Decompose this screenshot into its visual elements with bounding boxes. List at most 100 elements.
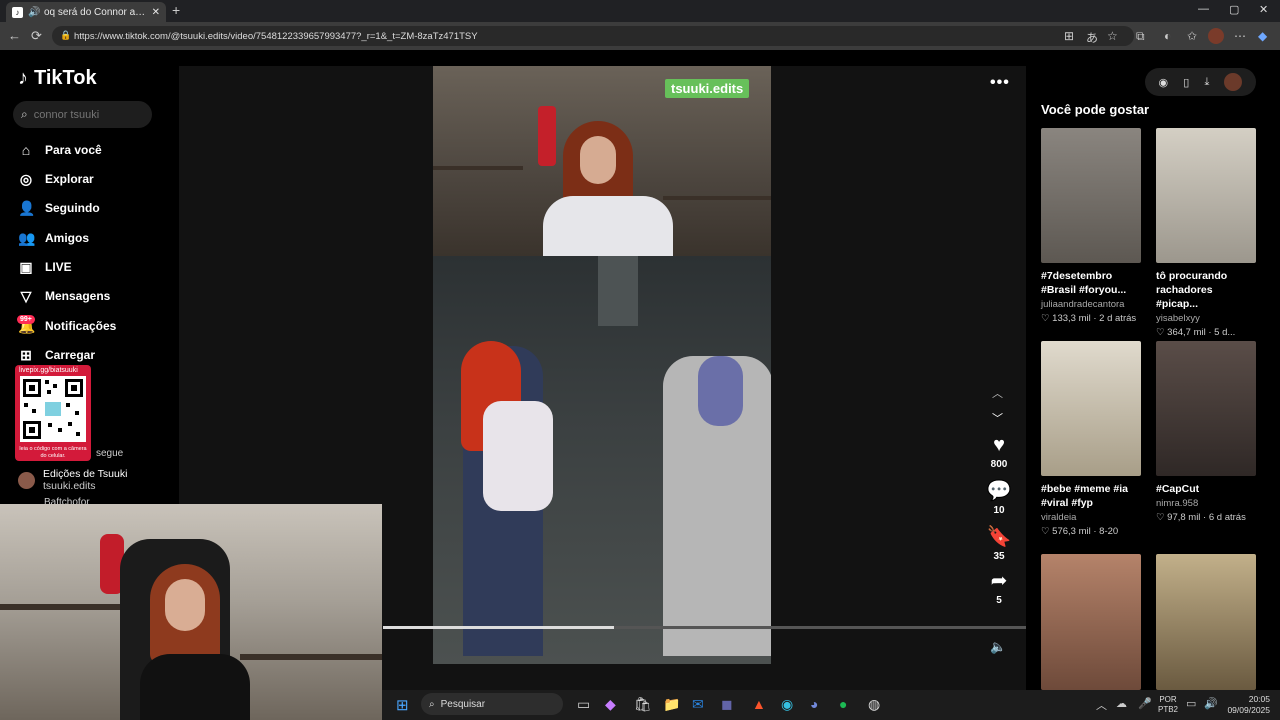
video-watermark: tsuuki.edits bbox=[665, 79, 750, 98]
heart-icon: ♡ bbox=[1041, 526, 1053, 537]
extensions-icon[interactable]: ⧉ bbox=[1136, 29, 1145, 44]
new-tab-icon[interactable]: + bbox=[172, 2, 180, 18]
video-thumbnail[interactable] bbox=[1156, 128, 1256, 263]
video-thumbnail[interactable] bbox=[1156, 554, 1256, 690]
maximize-icon[interactable]: ▢ bbox=[1229, 3, 1239, 16]
followed-account[interactable]: Edições de Tsuuki tsuuki.edits bbox=[18, 468, 127, 492]
back-icon[interactable]: ← bbox=[8, 28, 21, 43]
video-thumbnail[interactable] bbox=[1156, 341, 1256, 476]
card-author[interactable]: yisabelxyy bbox=[1156, 313, 1256, 324]
file-explorer-icon[interactable]: 📁 bbox=[663, 696, 680, 713]
clock-time: 20:05 bbox=[1248, 694, 1270, 704]
sidebar-item-explorar[interactable]: ◎ Explorar bbox=[18, 169, 94, 189]
card-author[interactable]: nimra.958 bbox=[1156, 498, 1256, 509]
profile-avatar[interactable] bbox=[1208, 28, 1224, 44]
search-box[interactable]: ⌕ bbox=[13, 101, 152, 128]
teams-icon[interactable]: ◼ bbox=[721, 696, 733, 713]
card-caption: #bebe #meme #ia #viral #fyp bbox=[1041, 483, 1128, 509]
reload-icon[interactable]: ⟳ bbox=[31, 28, 42, 44]
sidebar-item-label: Para você bbox=[45, 143, 102, 157]
close-tab-icon[interactable]: ✕ bbox=[152, 7, 160, 18]
translate-icon[interactable]: あ bbox=[1086, 29, 1098, 46]
url-text: https://www.tiktok.com/@tsuuki.edits/vid… bbox=[74, 30, 478, 42]
video-player[interactable]: tsuuki.edits bbox=[433, 66, 771, 664]
video-thumbnail[interactable] bbox=[1041, 341, 1141, 476]
card-author[interactable]: viraldeia bbox=[1041, 512, 1141, 523]
cloud-icon[interactable]: ☁ bbox=[1116, 697, 1127, 710]
share-button[interactable]: ➦ 5 bbox=[985, 568, 1013, 606]
brave-icon[interactable]: ▲ bbox=[752, 696, 766, 712]
save-button[interactable]: 🔖 35 bbox=[985, 524, 1013, 562]
recommended-video-card[interactable]: #7desetembro #Brasil #foryou... juliaand… bbox=[1041, 128, 1141, 324]
previous-video-icon[interactable]: ︿ bbox=[992, 385, 1003, 401]
sidebar-item-seguindo[interactable]: 👤 Seguindo bbox=[18, 198, 100, 218]
obs-icon[interactable]: ◍ bbox=[868, 696, 880, 713]
recommended-video-card[interactable] bbox=[1041, 554, 1141, 690]
store-icon[interactable]: 🛍 bbox=[634, 696, 652, 713]
comment-button[interactable]: 💬 10 bbox=[985, 478, 1013, 516]
taskbar-search-label: Pesquisar bbox=[440, 698, 486, 710]
clock-date: 09/09/2025 bbox=[1227, 705, 1270, 715]
collections-icon[interactable]: ✩ bbox=[1187, 29, 1197, 43]
mobile-icon[interactable]: ▯ bbox=[1183, 76, 1189, 89]
more-menu-icon[interactable]: ⋯ bbox=[1234, 29, 1246, 43]
speaker-icon[interactable]: 🔊 bbox=[28, 7, 40, 18]
sidebar-item-amigos[interactable]: 👥 Amigos bbox=[18, 228, 89, 248]
recommended-video-card[interactable]: #CapCut nimra.958 ♡ 97,8 mil · 6 d atrás bbox=[1156, 341, 1256, 523]
next-video-icon[interactable]: ﹀ bbox=[992, 410, 1003, 426]
copilot-icon[interactable]: ◆ bbox=[1258, 29, 1267, 43]
card-author[interactable]: juliaandradecantora bbox=[1041, 299, 1141, 310]
taskbar-clock[interactable]: 20:05 09/09/2025 bbox=[1224, 694, 1270, 716]
microphone-icon[interactable]: 🎤 bbox=[1138, 697, 1152, 710]
outlook-icon[interactable]: ✉ bbox=[692, 696, 704, 713]
sidebar-item-live[interactable]: ▣ LIVE bbox=[18, 257, 71, 277]
volume-icon[interactable]: 🔈 bbox=[990, 639, 1006, 655]
video-thumbnail[interactable] bbox=[1041, 554, 1141, 690]
taskbar-search[interactable]: ⌕ Pesquisar bbox=[421, 693, 563, 715]
logo-text: TikTok bbox=[34, 67, 97, 89]
card-likes: 97,8 mil bbox=[1167, 512, 1201, 523]
more-options-icon[interactable]: ••• bbox=[990, 74, 1010, 92]
tray-overflow-icon[interactable]: ︿ bbox=[1096, 697, 1107, 713]
extension2-icon[interactable]: ◐ bbox=[1164, 29, 1171, 43]
recommended-video-card[interactable] bbox=[1156, 554, 1256, 690]
sidebar-item-para-voce[interactable]: ⌂ Para você bbox=[18, 140, 102, 160]
task-view-icon[interactable]: ▭ bbox=[577, 696, 590, 713]
account-handle: tsuuki.edits bbox=[43, 480, 96, 492]
video-thumbnail[interactable] bbox=[1041, 128, 1141, 263]
windows-start-icon[interactable]: ⊞ bbox=[396, 696, 409, 714]
qr-bottom-text: leia o código com a câmera do celular. bbox=[19, 446, 87, 459]
bookmark-icon: 🔖 bbox=[986, 526, 1012, 548]
browser-tab[interactable]: ♪ 🔊 oq será do Connor agora ? 🎤 ✕ bbox=[6, 2, 166, 22]
copilot-app-icon[interactable]: ◆ bbox=[605, 696, 616, 713]
avatar[interactable] bbox=[1224, 73, 1243, 91]
volume-tray-icon[interactable]: 🔊 bbox=[1204, 697, 1218, 710]
avatar bbox=[18, 471, 35, 489]
app-icon[interactable]: ⊞ bbox=[1064, 29, 1074, 43]
video-progress-bar[interactable] bbox=[383, 626, 1026, 629]
sidebar-item-carregar[interactable]: ⊞ Carregar bbox=[18, 345, 95, 365]
search-input[interactable] bbox=[33, 108, 134, 121]
recommended-video-card[interactable]: #bebe #meme #ia #viral #fyp viraldeia ♡ … bbox=[1041, 341, 1141, 537]
card-date: 6 d atrás bbox=[1208, 512, 1246, 523]
card-caption: #7desetembro #Brasil #foryou... bbox=[1041, 270, 1127, 296]
network-icon[interactable]: ▭ bbox=[1186, 697, 1196, 710]
favorite-star-icon[interactable]: ☆ bbox=[1107, 29, 1118, 43]
minimize-icon[interactable]: — bbox=[1198, 3, 1209, 15]
url-field[interactable]: 🔒 https://www.tiktok.com/@tsuuki.edits/v… bbox=[52, 26, 1134, 46]
close-window-icon[interactable]: ✕ bbox=[1259, 3, 1268, 16]
tiktok-logo[interactable]: ♪ TikTok bbox=[18, 67, 97, 90]
sidebar-item-mensagens[interactable]: ▽ Mensagens bbox=[18, 286, 111, 306]
video-progress-fill bbox=[383, 626, 615, 629]
compass-icon[interactable]: ◉ bbox=[1159, 76, 1169, 89]
download-icon[interactable]: ⤓ bbox=[1204, 76, 1209, 89]
following-icon: 👤 bbox=[18, 199, 36, 216]
like-button[interactable]: ♥ 800 bbox=[985, 434, 1013, 470]
language-indicator[interactable]: POR PTB2 bbox=[1158, 695, 1178, 715]
recommended-video-card[interactable]: tô procurando rachadores #picap... yisab… bbox=[1156, 128, 1256, 338]
edge-icon[interactable]: ◉ bbox=[781, 696, 793, 713]
upload-icon: ⊞ bbox=[20, 346, 32, 363]
home-icon: ⌂ bbox=[21, 142, 31, 158]
discord-icon[interactable]: ◕ bbox=[810, 696, 818, 712]
spotify-icon[interactable]: ● bbox=[839, 696, 847, 712]
